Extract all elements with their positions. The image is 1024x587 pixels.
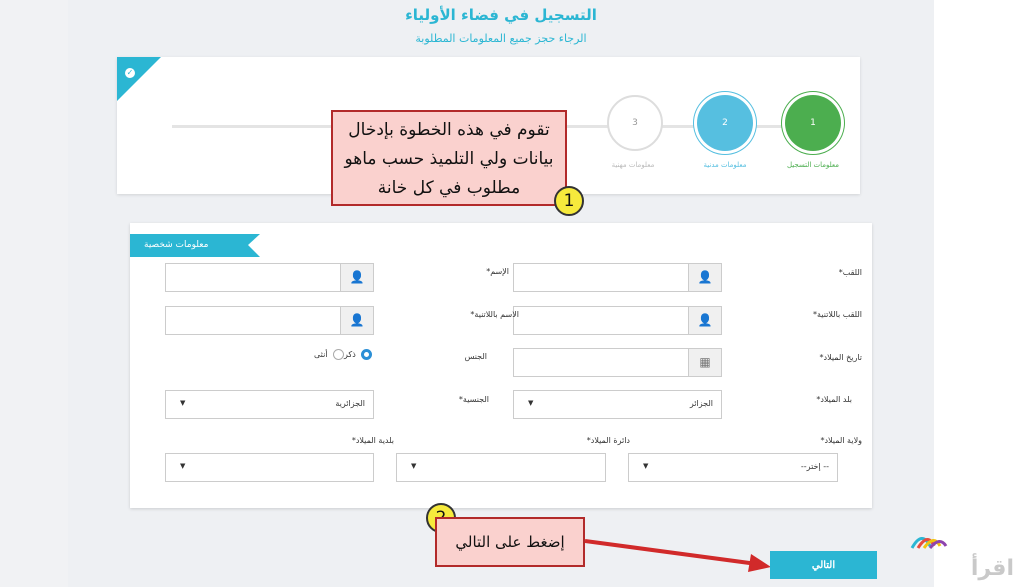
wizard-step-2[interactable]: 2 <box>697 95 753 151</box>
birth-wilaya-value: --إختر -- <box>800 462 829 471</box>
birth-country-select[interactable]: الجزائر ▼ <box>513 390 722 419</box>
page-subtitle: الرجاء حجز جميع المعلومات المطلوبة <box>415 32 587 45</box>
birth-daira-label: دائرة الميلاد* <box>586 436 630 445</box>
gender-label: الجنس <box>464 352 487 361</box>
last-name-latin-label: اللقب باللاتنية* <box>813 310 862 319</box>
user-icon: 👤 <box>340 264 373 291</box>
birth-daira-select[interactable]: ▼ <box>396 453 606 482</box>
next-button[interactable]: التالي <box>770 551 877 579</box>
gender-male-label: ذكر <box>344 350 356 359</box>
first-name-input[interactable]: 👤 <box>165 263 374 292</box>
watermark-text: اقرأ <box>970 556 1014 581</box>
site-logo: اقرأ <box>910 528 1020 583</box>
birth-date-label: تاريخ الميلاد* <box>819 353 863 362</box>
gender-male-radio[interactable] <box>361 349 372 360</box>
book-logo-icon <box>910 537 948 549</box>
wizard-step-1[interactable]: 1 <box>785 95 841 151</box>
arrow-icon <box>585 539 771 572</box>
user-icon: 👤 <box>688 264 721 291</box>
wizard-step-3[interactable]: 3 <box>607 95 663 151</box>
gender-female-label: أنثى <box>314 350 328 359</box>
caret-down-icon: ▼ <box>180 399 186 407</box>
birth-country-value: الجزائر <box>689 399 713 408</box>
caret-down-icon: ▼ <box>528 399 534 407</box>
wizard-step-3-label: معلومات مهنية <box>611 161 655 169</box>
instruction-callout-2: إضغط على التالي <box>435 517 585 567</box>
nationality-value: الجزائرية <box>335 399 365 408</box>
first-name-latin-label: الاسم باللاتنية* <box>470 310 519 319</box>
wizard-step-1-label: معلومات التسجيل <box>786 161 840 169</box>
wizard-step-2-label: معلومات مدنية <box>703 161 747 169</box>
birth-wilaya-select[interactable]: --إختر -- ▼ <box>628 453 838 482</box>
birth-country-label: بلد الميلاد* <box>816 395 852 404</box>
personal-info-form: معلومات شخصية اللقب* 👤 الإسم* 👤 اللقب با… <box>130 223 872 508</box>
last-name-input[interactable]: 👤 <box>513 263 722 292</box>
last-name-label: اللقب* <box>838 268 862 277</box>
first-name-label: الإسم* <box>486 267 509 276</box>
step-badge-1: 1 <box>554 186 584 216</box>
wizard-corner <box>117 57 161 101</box>
birth-date-input[interactable]: ▦ <box>513 348 722 377</box>
nationality-label: الجنسية* <box>458 395 489 404</box>
calendar-icon: ▦ <box>688 349 721 376</box>
user-icon: 👤 <box>340 307 373 334</box>
birth-commune-label: بلدية الميلاد* <box>351 436 394 445</box>
birth-commune-select[interactable]: ▼ <box>165 453 374 482</box>
section-ribbon: معلومات شخصية <box>130 234 260 257</box>
user-icon: 👤 <box>688 307 721 334</box>
caret-down-icon: ▼ <box>643 462 649 470</box>
check-icon: ✓ <box>125 68 135 78</box>
instruction-callout-1: تقوم في هذه الخطوة بإدخال بيانات ولي الت… <box>331 110 567 206</box>
caret-down-icon: ▼ <box>180 462 186 470</box>
caret-down-icon: ▼ <box>411 462 417 470</box>
gender-female-radio[interactable] <box>333 349 344 360</box>
left-margin <box>0 0 68 587</box>
first-name-latin-input[interactable]: 👤 <box>165 306 374 335</box>
last-name-latin-input[interactable]: 👤 <box>513 306 722 335</box>
page-title: التسجيل في فضاء الأولياء <box>405 6 597 24</box>
right-margin <box>934 0 1024 587</box>
birth-wilaya-label: ولاية الميلاد* <box>820 436 862 445</box>
nationality-select[interactable]: الجزائرية ▼ <box>165 390 374 419</box>
